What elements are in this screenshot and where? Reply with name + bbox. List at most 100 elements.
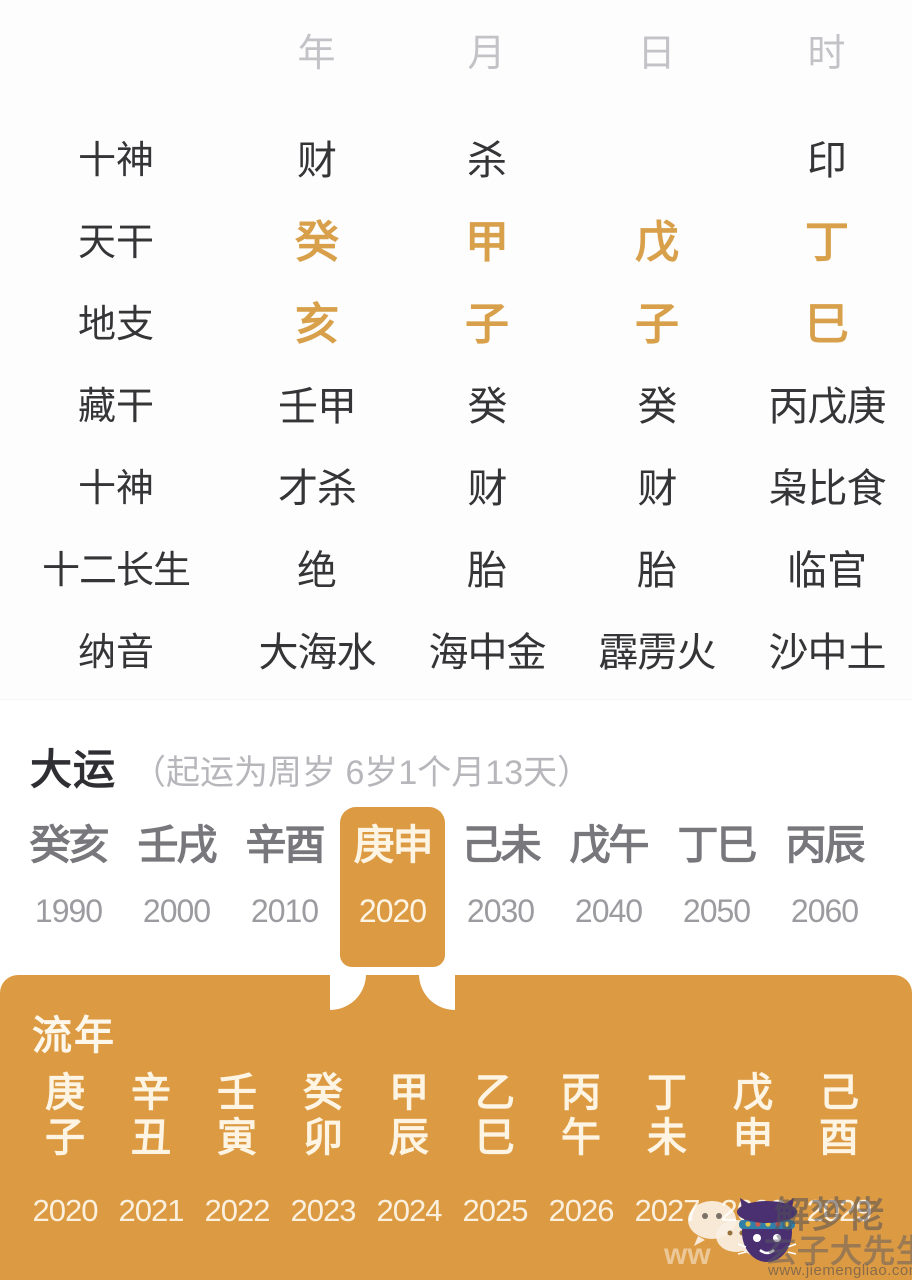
cell-dizhi-hour[interactable]: 巳: [742, 303, 912, 347]
liunian-zhi: 丑: [131, 1115, 171, 1160]
liunian-zhi: 寅: [217, 1115, 257, 1160]
cell-nayin-month: 海中金: [428, 631, 547, 675]
liunian-year: 2023: [290, 1192, 357, 1228]
cell-nayin-year: 大海水: [258, 631, 377, 675]
cell-shishen-bottom-hour: 枭比食: [768, 467, 887, 511]
cell-dizhi-month[interactable]: 子: [402, 303, 572, 347]
liunian-year: 2021: [118, 1192, 185, 1228]
cell-shishen-top-year: 财: [297, 139, 337, 183]
dayun-ganzhi: 庚申: [353, 822, 434, 868]
liunian-zhi: 子: [45, 1115, 85, 1160]
dayun-ganzhi: 辛酉: [245, 822, 326, 868]
dayun-track: 癸亥 1990 壬戌 2000 辛酉 2010 庚申 2020 己未 2030 戊午 2040 丁巳 20…: [0, 807, 912, 1017]
liunian-title: 流年: [32, 1014, 116, 1058]
dayun-heading: 大运 （起运为周岁 6岁1个月13天）: [0, 700, 912, 797]
dayun-ganzhi: 壬戌: [137, 822, 218, 868]
cell-canggan-year: 壬甲: [278, 385, 357, 429]
row-label-canggan: 藏干: [77, 386, 154, 428]
pillar-header-hour: 时: [807, 33, 847, 75]
dayun-item[interactable]: 戊午 2040: [556, 822, 661, 928]
cell-changsheng-day: 胎: [637, 549, 677, 593]
row-label-nayin: 纳音: [77, 632, 154, 674]
dayun-year: 2060: [790, 893, 859, 929]
cell-tiangan-hour[interactable]: 丁: [742, 221, 912, 265]
dayun-year: 2000: [142, 893, 211, 929]
liunian-gan: 己: [819, 1071, 859, 1115]
liunian-zhi: 巳: [475, 1115, 515, 1160]
cell-canggan-month: 癸: [467, 385, 508, 429]
liunian-zhi: 午: [561, 1115, 601, 1160]
cell-dizhi-day[interactable]: 子: [572, 303, 742, 347]
pillar-header-row: 年 月 日 时: [0, 0, 912, 108]
liunian-item[interactable]: 丁未 2027: [624, 1071, 710, 1226]
cell-changsheng-hour: 临官: [787, 549, 867, 593]
liunian-zhi: 辰: [389, 1115, 429, 1160]
liunian-zhi: 申: [733, 1115, 773, 1160]
tab-notch-left: [330, 975, 366, 1010]
cell-tiangan-year[interactable]: 癸: [232, 221, 402, 265]
liunian-item[interactable]: 乙巳 2025: [452, 1071, 538, 1226]
cell-shishen-bottom-day: 财: [637, 467, 678, 511]
cell-nayin-hour: 沙中土: [768, 631, 887, 675]
dayun-item[interactable]: 丁巳 2050: [664, 825, 769, 929]
tab-connector: [366, 977, 419, 1017]
liunian-gan: 乙: [475, 1071, 515, 1115]
dayun-item[interactable]: 壬戌 2000: [124, 822, 229, 929]
dayun-year: 2050: [682, 893, 751, 929]
cell-shishen-bottom-month: 财: [467, 467, 508, 511]
dayun-item[interactable]: 己未 2030: [448, 822, 553, 929]
liunian-year: 2027: [634, 1192, 701, 1228]
cell-tiangan-day[interactable]: 戊: [572, 221, 742, 265]
liunian-item[interactable]: 壬寅 2022: [194, 1071, 280, 1226]
dayun-start-note: （起运为周岁 6岁1个月13天）: [132, 754, 592, 792]
liunian-gan: 癸: [303, 1071, 343, 1115]
cell-dizhi-year[interactable]: 亥: [232, 303, 402, 347]
cell-shishen-top-month: 杀: [467, 139, 507, 183]
liunian-gan: 甲: [389, 1071, 429, 1115]
liunian-gan: 壬: [217, 1071, 257, 1115]
cell-changsheng-year: 绝: [297, 549, 337, 593]
table-row-changsheng: 十二长生 绝 胎 胎 临官: [0, 530, 912, 612]
dayun-item-active[interactable]: 庚申 2020: [340, 807, 445, 967]
liunian-year: 2025: [462, 1192, 529, 1228]
row-label-tiangan: 天干: [77, 222, 154, 264]
liunian-year: 2022: [204, 1192, 271, 1228]
cell-shishen-bottom-year: 才杀: [278, 467, 357, 511]
dayun-ganzhi: 丙辰: [785, 822, 866, 868]
liunian-item[interactable]: 丙午 2026: [538, 1071, 624, 1226]
liunian-gan: 丁: [647, 1071, 687, 1115]
table-row-canggan: 藏干 壬甲 癸 癸 丙戊庚: [0, 366, 912, 448]
table-row-tiangan: 天干 癸 甲 戊 丁: [0, 202, 912, 284]
liunian-item[interactable]: 甲辰 2024: [366, 1071, 452, 1226]
dayun-item[interactable]: 癸亥 1990: [16, 825, 121, 929]
liunian-item[interactable]: 戊申 2028: [710, 1071, 796, 1226]
cell-canggan-day: 癸: [637, 385, 678, 429]
cell-tiangan-month[interactable]: 甲: [402, 221, 572, 265]
bazi-table-panel: 年 月 日 时 十神 财 杀 印 天干 癸 甲 戊 丁 地支 亥 子 子 巳 藏…: [0, 0, 912, 700]
liunian-item[interactable]: 庚子 2020: [22, 1071, 108, 1226]
dayun-ganzhi: 己未: [461, 822, 542, 868]
row-label-dizhi: 地支: [77, 304, 154, 346]
dayun-year: 2020: [358, 893, 427, 929]
dayun-ganzhi: 戊午: [569, 822, 650, 868]
cell-canggan-hour: 丙戊庚: [768, 385, 887, 429]
pillar-header-day: 日: [637, 33, 677, 75]
liunian-gan: 辛: [131, 1071, 171, 1115]
cell-nayin-day: 霹雳火: [598, 631, 717, 675]
liunian-item[interactable]: 己酉 2029: [796, 1071, 882, 1226]
liunian-item[interactable]: 辛丑 2021: [108, 1071, 194, 1226]
liunian-gan: 庚: [45, 1071, 85, 1115]
liunian-gan: 戊: [733, 1071, 773, 1115]
table-row-shishen-bottom: 十神 才杀 财 财 枭比食: [0, 448, 912, 530]
dayun-item[interactable]: 丙辰 2060: [772, 822, 877, 929]
tab-notch-right: [419, 975, 455, 1010]
cell-changsheng-month: 胎: [467, 549, 507, 593]
liunian-year: 2029: [806, 1192, 873, 1228]
dayun-year: 1990: [34, 893, 103, 929]
dayun-item[interactable]: 辛酉 2010: [232, 822, 337, 928]
liunian-item[interactable]: 癸卯 2023: [280, 1071, 366, 1226]
dayun-year: 2030: [466, 893, 535, 929]
dayun-section: 大运 （起运为周岁 6岁1个月13天） 癸亥 1990 壬戌 2000 辛酉 2010 庚申…: [0, 700, 912, 1017]
liunian-zhi: 未: [647, 1115, 687, 1160]
liunian-year: 2024: [376, 1192, 443, 1228]
